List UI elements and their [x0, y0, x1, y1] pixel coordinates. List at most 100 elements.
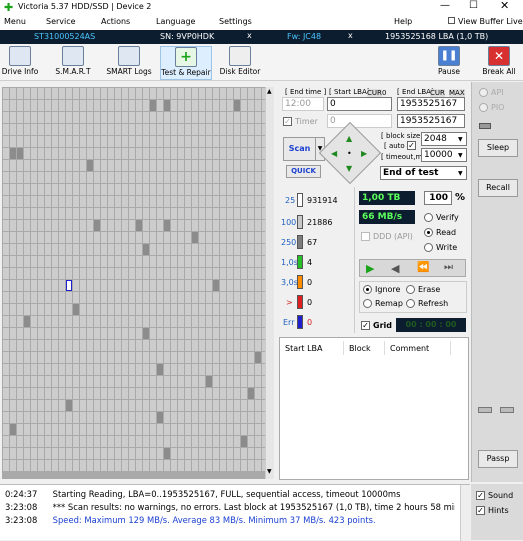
end-mode-select[interactable]: End of test [380, 166, 467, 180]
surface-block [143, 352, 149, 363]
surface-block [115, 424, 121, 435]
erase-radio[interactable] [406, 285, 415, 294]
surface-block [129, 340, 135, 351]
scroll-up-icon[interactable]: ▲ [267, 88, 272, 95]
surface-block [10, 88, 16, 99]
surface-block [136, 268, 142, 279]
surface-block [10, 256, 16, 267]
scan-button[interactable]: Scan [283, 137, 316, 161]
minimize-button[interactable]: — [440, 0, 450, 11]
pio-radio[interactable] [479, 103, 488, 112]
up-arrow-icon[interactable]: ▲ [346, 134, 352, 143]
start-lba-field[interactable]: 0 [327, 97, 392, 111]
surface-block [80, 148, 86, 159]
auto-checkbox[interactable]: ✓ [407, 141, 416, 150]
drive-info-button[interactable]: Drive Info [0, 46, 40, 80]
end-lba-label: [ End LBA] [397, 88, 434, 96]
surface-block [94, 340, 100, 351]
down-arrow-icon[interactable]: ▼ [346, 164, 352, 173]
menu-item-settings[interactable]: Settings [219, 17, 252, 26]
timer-checkbox[interactable]: ✓ [283, 117, 292, 126]
play-icon[interactable]: ▶ [366, 262, 374, 275]
sleep-button[interactable]: Sleep [478, 139, 518, 157]
disk-editor-button[interactable]: Disk Editor [218, 46, 262, 80]
drive-model[interactable]: ST31000524AS [34, 32, 95, 41]
menu-item-actions[interactable]: Actions [101, 17, 130, 26]
surface-block [3, 208, 9, 219]
hints-checkbox[interactable]: ✓ [476, 506, 485, 515]
read-radio[interactable] [424, 228, 433, 237]
grid-scrollbar[interactable]: ▲ ▼ [265, 87, 274, 479]
verify-radio[interactable] [424, 213, 433, 222]
end-lba-field[interactable]: 1953525167 [397, 97, 465, 111]
skip-end-icon[interactable]: ⏭ [444, 262, 453, 273]
rewind-icon[interactable]: ◀ [391, 262, 399, 275]
remap-label: Remap [375, 299, 403, 308]
surface-block [248, 364, 254, 375]
refresh-radio[interactable] [406, 299, 415, 308]
menu-item-help[interactable]: Help [394, 17, 412, 26]
surface-block [171, 448, 177, 459]
surface-block [10, 220, 16, 231]
surface-block [108, 340, 114, 351]
scroll-down-icon[interactable]: ▼ [267, 468, 272, 475]
sound-checkbox[interactable]: ✓ [476, 491, 485, 500]
surface-block [227, 376, 233, 387]
test-repair-button[interactable]: + Test & Repair [160, 46, 212, 80]
surface-block [248, 124, 254, 135]
surface-block [108, 184, 114, 195]
pause-button[interactable]: ❚❚ Pause [432, 46, 466, 80]
write-radio[interactable] [424, 243, 433, 252]
surface-block [87, 196, 93, 207]
skip-back-icon[interactable]: ⏪ [417, 262, 429, 273]
surface-block [255, 88, 261, 99]
center-icon[interactable]: • [347, 149, 352, 158]
surface-block [220, 208, 226, 219]
surface-block [115, 148, 121, 159]
passp-button[interactable]: Passp [478, 450, 518, 468]
ddd-checkbox[interactable] [361, 232, 370, 241]
surface-block [220, 280, 226, 291]
grid-checkbox[interactable]: ✓ [361, 321, 370, 330]
quick-button[interactable]: QUICK [286, 165, 321, 178]
surface-block [157, 256, 163, 267]
end-time-field[interactable]: 12:00 [282, 97, 324, 111]
drive-close-icon[interactable]: x [247, 31, 252, 40]
surface-block [164, 292, 170, 303]
right-arrow-icon[interactable]: ▶ [361, 149, 367, 158]
api-radio[interactable] [479, 88, 488, 97]
smart-logs-button[interactable]: SMART Logs [104, 46, 154, 80]
surface-block [227, 172, 233, 183]
menu-item-service[interactable]: Service [46, 17, 76, 26]
menu-item-language[interactable]: Language [156, 17, 195, 26]
timer-field[interactable]: 0 [327, 114, 392, 128]
drive-close-icon-2[interactable]: x [348, 31, 353, 40]
surface-block [31, 148, 37, 159]
view-buffer-checkbox[interactable] [448, 17, 455, 24]
surface-block [73, 400, 79, 411]
remap-radio[interactable] [363, 299, 372, 308]
surface-block [192, 196, 198, 207]
smart-button[interactable]: S.M.A.R.T [50, 46, 96, 80]
surface-block [115, 280, 121, 291]
surface-block [192, 400, 198, 411]
surface-block [73, 148, 79, 159]
surface-block [94, 364, 100, 375]
menu-item-menu[interactable]: Menu [4, 17, 26, 26]
break-all-button[interactable]: ✕ Break All [480, 46, 518, 80]
close-button[interactable]: ✕ [500, 0, 509, 12]
surface-block [3, 388, 9, 399]
left-arrow-icon[interactable]: ◀ [331, 149, 337, 158]
surface-block [66, 352, 72, 363]
maximize-button[interactable]: ☐ [469, 0, 478, 11]
surface-block [31, 244, 37, 255]
recall-button[interactable]: Recall [478, 179, 518, 197]
max-label[interactable]: MAX [449, 89, 465, 97]
surface-block [122, 280, 128, 291]
lba-field[interactable]: 1953525167 [397, 114, 465, 128]
log-scrollbar[interactable] [460, 485, 470, 541]
ignore-radio[interactable] [363, 285, 372, 294]
log-text: *** Scan results: no warnings, no errors… [52, 502, 455, 512]
cur-label-2[interactable]: CUR [430, 89, 445, 97]
surface-block [234, 364, 240, 375]
